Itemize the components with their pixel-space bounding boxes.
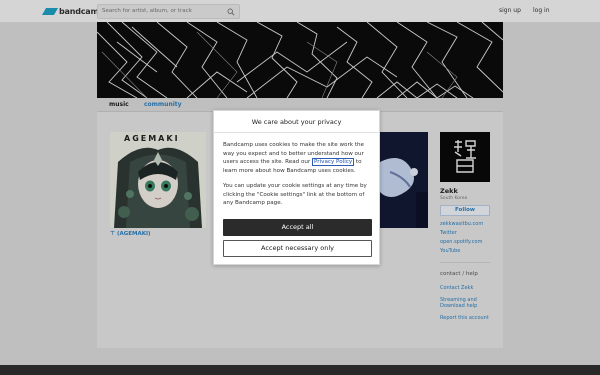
cookie-dialog-title: We care about your privacy [214,111,379,133]
cookie-consent-dialog: We care about your privacy Bandcamp uses… [213,110,380,265]
cookie-settings-text: You can update your cookie settings at a… [223,183,367,207]
accept-necessary-button[interactable]: Accept necessary only [223,240,372,257]
cookie-dialog-text: Bandcamp uses cookies to make the site w… [223,141,373,175]
accept-all-button[interactable]: Accept all [223,219,372,236]
privacy-policy-link[interactable]: Privacy Policy [312,158,355,167]
